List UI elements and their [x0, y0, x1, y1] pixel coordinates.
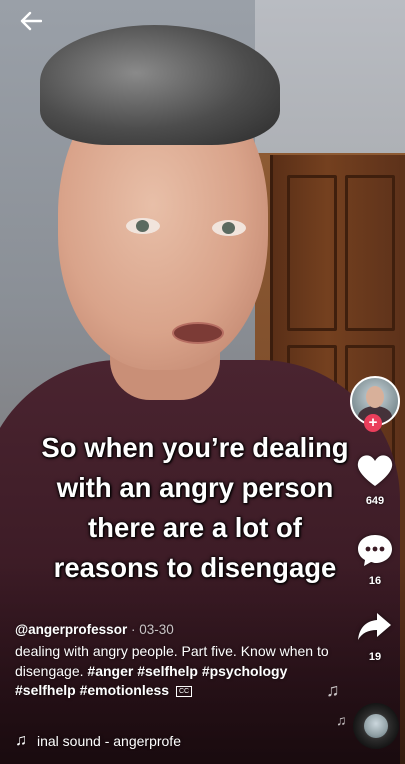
- post-date: 03-30: [139, 622, 174, 637]
- hashtag-link[interactable]: #selfhelp: [137, 663, 198, 679]
- sound-title: inal sound - angerprofe: [37, 733, 181, 749]
- person-hair: [40, 25, 280, 145]
- closed-caption-badge: CC: [175, 685, 193, 697]
- music-note-icon: ♫: [15, 732, 27, 749]
- caption-line: So when you’re dealing: [41, 432, 349, 463]
- hashtag-link[interactable]: #emotionless: [80, 682, 169, 698]
- arrow-left-icon: [20, 11, 42, 31]
- share-count: 19: [368, 651, 382, 663]
- caption-line: there are a lot of: [88, 512, 302, 543]
- person-eye-right: [212, 220, 246, 236]
- music-disc-button[interactable]: [353, 703, 399, 749]
- back-button[interactable]: [14, 6, 48, 36]
- caption-line: reasons to disengage: [53, 552, 337, 583]
- share-arrow-icon: [358, 613, 391, 640]
- floating-music-note-icon: ♫: [336, 712, 347, 728]
- like-count: 649: [365, 495, 385, 507]
- hashtag-link[interactable]: #selfhelp: [15, 682, 76, 698]
- post-info: @angerprofessor · 03-30 dealing with ang…: [15, 622, 335, 701]
- comment-bubble-icon: [358, 535, 392, 566]
- heart-icon: [357, 455, 393, 486]
- caption-line: with an angry person: [56, 472, 334, 503]
- comment-button[interactable]: 16: [345, 532, 405, 587]
- avatar-face: [366, 386, 384, 408]
- post-meta: @angerprofessor · 03-30: [15, 622, 335, 638]
- video-caption: So when you’re dealing with an angry per…: [10, 428, 380, 588]
- date-separator: ·: [127, 622, 140, 637]
- username-link[interactable]: @angerprofessor: [15, 622, 127, 637]
- hashtag-link[interactable]: #psychology: [202, 663, 288, 679]
- follow-button[interactable]: +: [364, 414, 382, 432]
- comment-count: 16: [368, 575, 382, 587]
- person-eye-left: [126, 218, 160, 234]
- spinning-disc-icon: [364, 714, 388, 738]
- share-button[interactable]: 19: [345, 610, 405, 663]
- hashtag-link[interactable]: #anger: [87, 663, 133, 679]
- person-mouth: [172, 322, 224, 344]
- post-description: dealing with angry people. Part five. Kn…: [15, 642, 335, 701]
- plus-icon: +: [368, 414, 378, 431]
- sound-link[interactable]: ♫ inal sound - angerprofe: [15, 731, 295, 751]
- like-button[interactable]: 649: [345, 454, 405, 507]
